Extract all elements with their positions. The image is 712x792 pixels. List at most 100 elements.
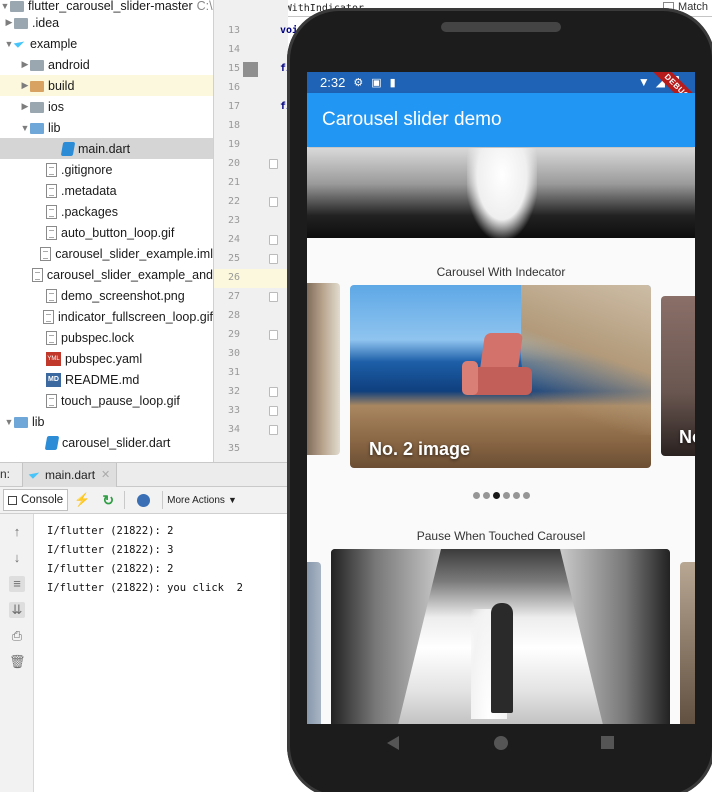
console-line: I/flutter (21822): you click 2 [47,582,243,594]
tree-item[interactable]: pubspec.lock [0,327,213,348]
more-actions-button[interactable]: More Actions ▼ [167,495,237,506]
gutter-line[interactable]: 17 [214,98,288,117]
indicator-dot[interactable] [522,492,530,499]
tree-item[interactable]: ▼ example [0,33,213,54]
tree-item-label: .metadata [61,183,117,198]
home-icon[interactable] [494,736,508,750]
breakpoint-icon[interactable] [243,62,258,77]
tree-item[interactable]: .metadata [0,180,213,201]
expand-arrow-icon[interactable]: ▼ [20,123,30,133]
devtools-icon[interactable] [137,493,151,507]
expand-arrow-icon[interactable]: ▶ [20,59,30,70]
fold-icon[interactable] [269,425,278,435]
indicator-dot[interactable] [472,492,480,499]
gutter-line[interactable]: 19 [214,136,288,155]
fold-icon[interactable] [269,406,278,416]
tree-item[interactable]: YML pubspec.yaml [0,348,213,369]
file-icon [46,330,57,345]
fold-icon[interactable] [269,235,278,245]
trash-icon[interactable]: 🗑 [9,654,26,670]
hot-reload-icon[interactable]: ⚡ [74,492,90,508]
gutter-line[interactable]: 28 [214,307,288,326]
notification-a-icon: ▣ [371,77,382,89]
console-tab[interactable]: Console [3,489,69,511]
gutter-line[interactable]: 27 [214,288,288,307]
gutter-line[interactable]: 32 [214,383,288,402]
gutter-line[interactable]: 13 [214,22,288,41]
collapse-arrow-icon[interactable]: ▼ [0,1,10,11]
top-carousel-image[interactable] [307,148,695,238]
gutter-line[interactable]: 20 [214,155,288,174]
tree-item[interactable]: .gitignore [0,159,213,180]
hot-restart-icon[interactable]: ↻ [102,492,114,509]
tree-item[interactable]: .packages [0,201,213,222]
fold-icon[interactable] [269,254,278,264]
fold-icon[interactable] [269,387,278,397]
run-tab-main-dart[interactable]: main.dart ✕ [22,462,118,487]
tree-item[interactable]: carousel_slider.dart [0,432,213,453]
scroll-down-icon[interactable]: ↓ [9,550,25,566]
back-icon[interactable] [387,736,399,750]
gutter-line[interactable]: 29 [214,326,288,345]
gutter-line[interactable]: 25 [214,250,288,269]
print-icon[interactable]: ⎙ [9,628,25,644]
carousel-item-wedding[interactable] [331,549,670,724]
tree-item[interactable]: ▶ ios [0,96,213,117]
gutter-line[interactable]: 21 [214,174,288,193]
indicator-dot[interactable] [482,492,490,499]
carousel-item-next[interactable] [680,562,695,724]
tree-item[interactable]: carousel_slider_example_and [0,264,213,285]
soft-wrap-icon[interactable]: ≡ [9,576,25,592]
gutter-line[interactable]: 15 [214,60,288,79]
gutter-line[interactable]: 18 [214,117,288,136]
phone-screen: 2:32 ⚙ ▣ ▮ ▼ ◢ DEBUG Carousel slider dem… [307,72,695,724]
tree-item[interactable]: ▼ lib [0,117,213,138]
indicator-dot[interactable] [502,492,510,499]
tree-item[interactable]: touch_pause_loop.gif [0,390,213,411]
tree-item[interactable]: ▼ lib [0,411,213,432]
scroll-to-end-icon[interactable]: ⇊ [9,602,25,618]
gutter-line[interactable]: 26 [214,269,288,288]
gutter-line[interactable]: 23 [214,212,288,231]
carousel-item-prev[interactable] [307,283,340,455]
fold-icon[interactable] [269,197,278,207]
tree-item[interactable]: MD README.md [0,369,213,390]
line-number: 18 [227,120,240,131]
expand-arrow-icon[interactable]: ▶ [4,17,14,28]
indicator-dot[interactable] [512,492,520,499]
expand-arrow-icon[interactable]: ▶ [20,101,30,112]
tree-item[interactable]: ▶ android [0,54,213,75]
tree-item[interactable]: ▶ .idea [0,12,213,33]
carousel-item-current[interactable]: No. 2 image [350,285,651,468]
gutter-line[interactable]: 24 [214,231,288,250]
tree-item[interactable]: demo_screenshot.png [0,285,213,306]
gutter-line[interactable]: 34 [214,421,288,440]
fold-icon[interactable] [269,330,278,340]
gutter-line[interactable]: 30 [214,345,288,364]
carousel-item-prev[interactable] [307,562,321,724]
tree-item[interactable]: carousel_slider_example.iml [0,243,213,264]
scroll-up-icon[interactable]: ↑ [9,524,25,540]
expand-arrow-icon[interactable]: ▼ [4,417,14,427]
fold-icon[interactable] [269,292,278,302]
gutter-line[interactable]: 16 [214,79,288,98]
expand-arrow-icon[interactable]: ▶ [20,80,30,91]
fold-icon[interactable] [269,159,278,169]
gutter-line[interactable]: 33 [214,402,288,421]
carousel-item-next[interactable]: No [661,296,695,456]
recent-apps-icon[interactable] [601,736,614,749]
gutter-line[interactable]: 14 [214,41,288,60]
console-line: I/flutter (21822): 2 [47,525,174,537]
indicator-dot[interactable] [492,492,500,499]
gutter-line[interactable]: 31 [214,364,288,383]
project-title: flutter_carousel_slider-master [28,0,193,13]
tree-item[interactable]: auto_button_loop.gif [0,222,213,243]
tree-item[interactable]: main.dart [0,138,213,159]
folder-icon [10,0,24,12]
gutter-line[interactable]: 35 [214,440,288,459]
tree-item[interactable]: ▶ build [0,75,213,96]
tree-item[interactable]: indicator_fullscreen_loop.gif [0,306,213,327]
expand-arrow-icon[interactable]: ▼ [4,39,14,49]
close-icon[interactable]: ✕ [101,468,110,481]
gutter-line[interactable]: 22 [214,193,288,212]
